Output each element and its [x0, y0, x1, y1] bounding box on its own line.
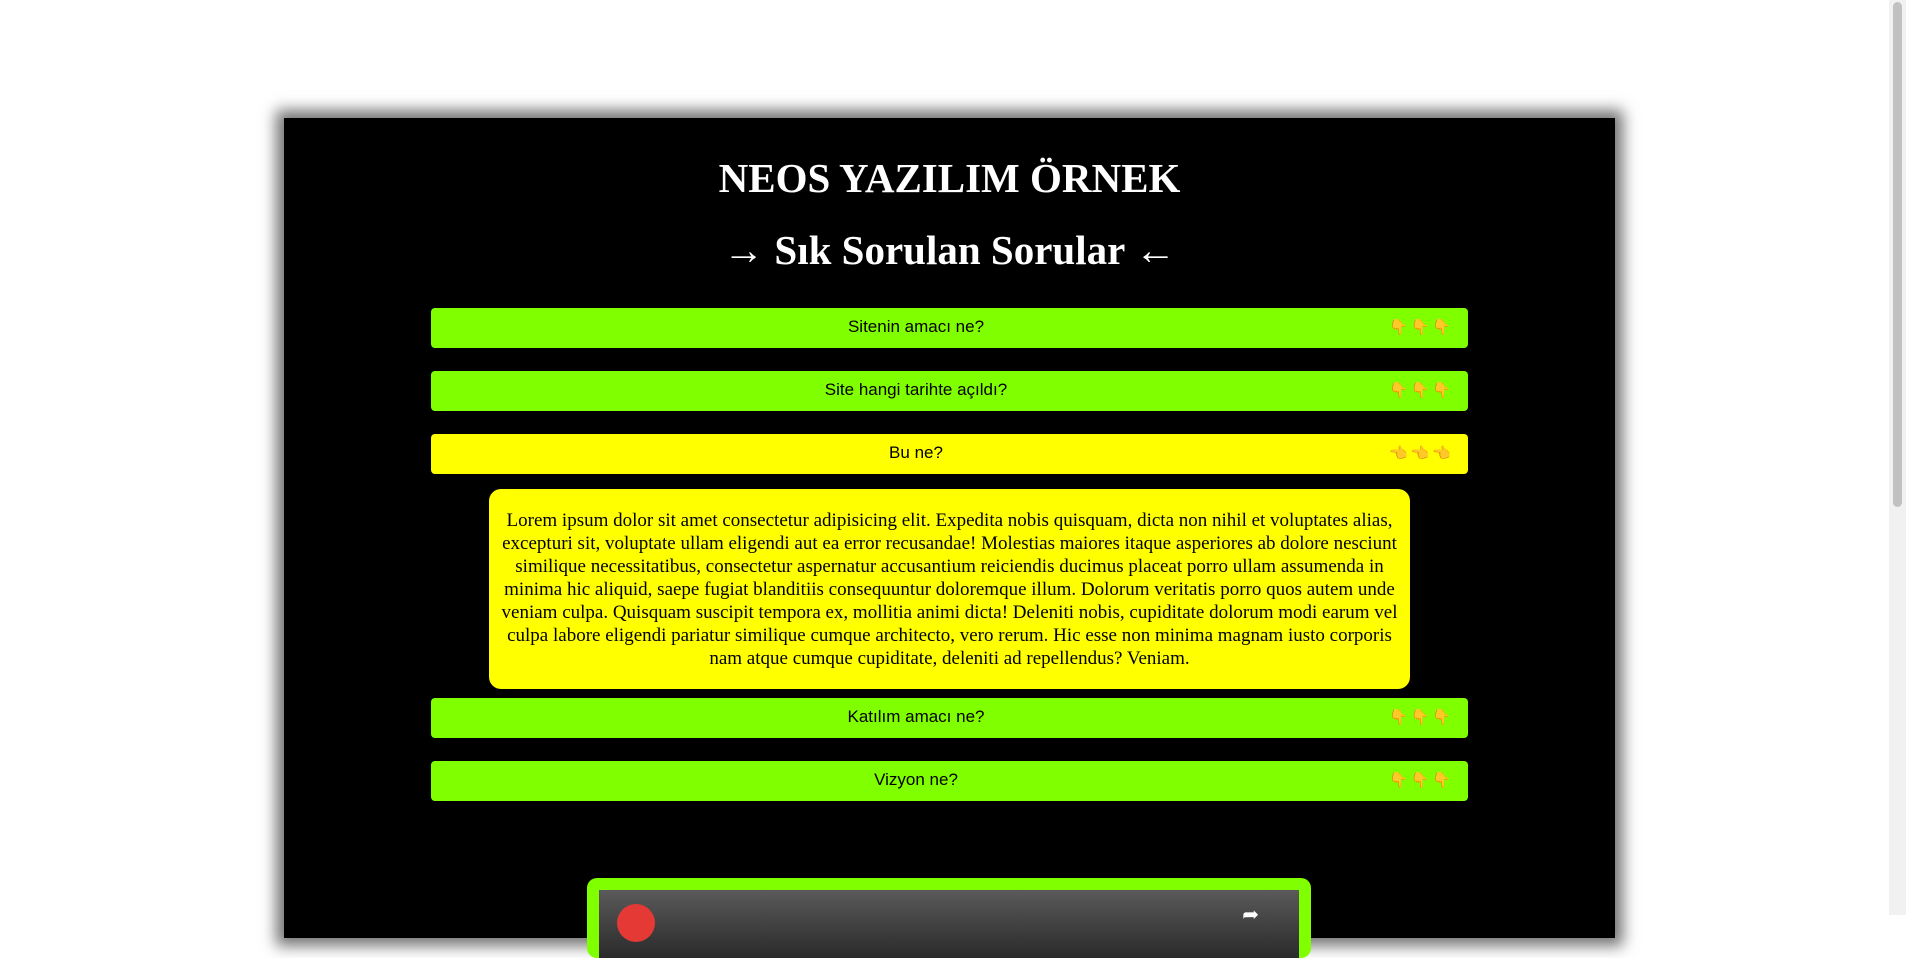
video-player[interactable]: ➦: [599, 890, 1299, 958]
faq-question: Bu ne?: [889, 443, 943, 462]
faq-question: Vizyon ne?: [874, 770, 958, 789]
faq-item-site-purpose[interactable]: Sitenin amacı ne? 👇👇👇: [431, 308, 1468, 348]
scrollbar-thumb[interactable]: [1893, 2, 1902, 507]
pointing-down-icon: 👇👇👇: [1388, 382, 1454, 399]
faq-item-vision[interactable]: Vizyon ne? 👇👇👇: [431, 761, 1468, 801]
main-panel: NEOS YAZILIM ÖRNEK → Sık Sorulan Sorular…: [284, 118, 1615, 958]
faq-item-launch-date[interactable]: Site hangi tarihte açıldı? 👇👇👇: [431, 371, 1468, 411]
pointing-down-icon: 👇👇👇: [1388, 772, 1454, 789]
faq-item-participation-purpose[interactable]: Katılım amacı ne? 👇👇👇: [431, 698, 1468, 738]
faq-question: Katılım amacı ne?: [847, 707, 985, 726]
faq-heading: → Sık Sorulan Sorular ←: [723, 227, 1176, 273]
page-scrollbar[interactable]: [1889, 0, 1906, 915]
site-title: NEOS YAZILIM ÖRNEK: [718, 155, 1181, 201]
faq-item-what-is-this[interactable]: Bu ne? 👈👈👈: [431, 434, 1468, 474]
youtube-logo-icon[interactable]: [617, 904, 655, 942]
faq-answer: Lorem ipsum dolor sit amet consectetur a…: [489, 489, 1410, 689]
pointing-down-icon: 👇👇👇: [1388, 319, 1454, 336]
pointing-left-icon: 👈👈👈: [1388, 445, 1454, 462]
video-embed-frame: ➦: [587, 878, 1311, 958]
pointing-down-icon: 👇👇👇: [1388, 709, 1454, 726]
faq-question: Sitenin amacı ne?: [847, 317, 985, 336]
faq-question: Site hangi tarihte açıldı?: [824, 380, 1008, 399]
